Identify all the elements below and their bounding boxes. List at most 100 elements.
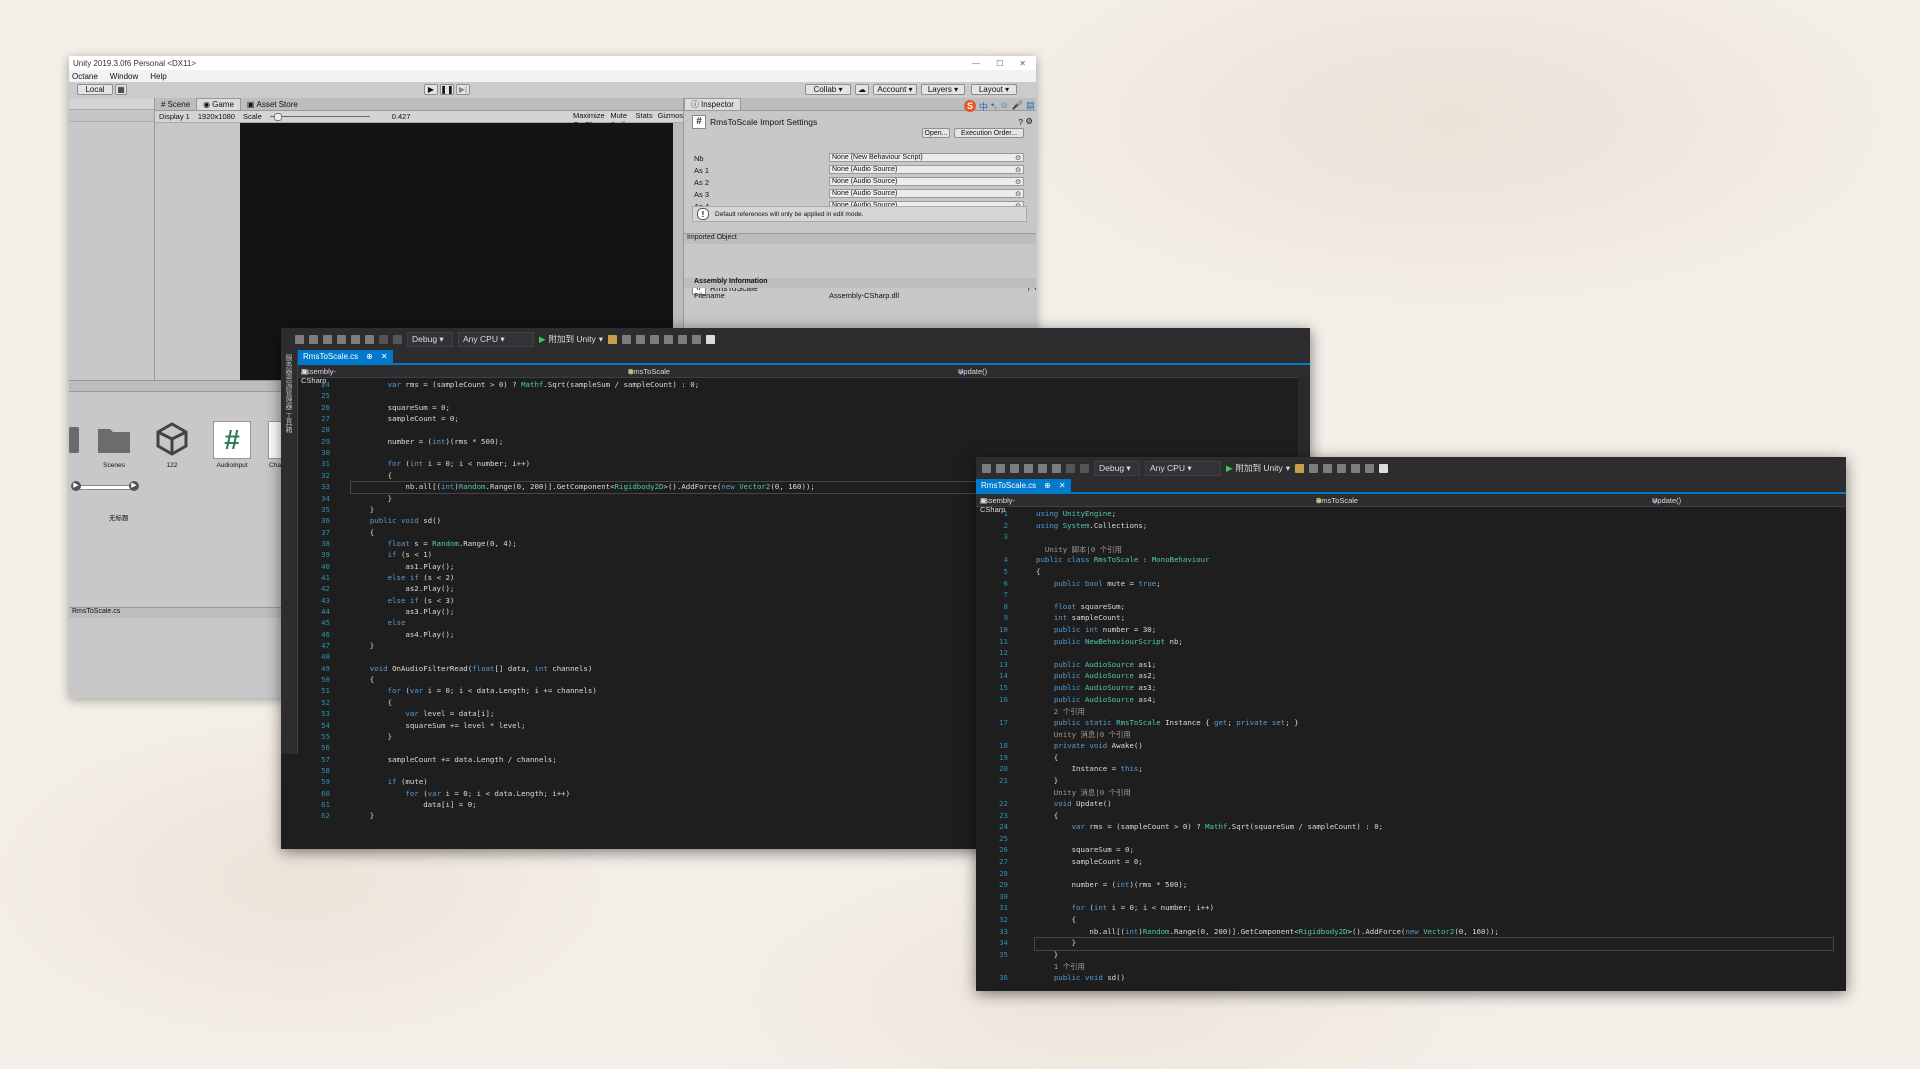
codelens-annotation[interactable]: Unity 消息|0 个引用 xyxy=(1036,787,1131,798)
config-dropdown[interactable]: Debug ▾ xyxy=(407,331,453,347)
close-tab-icon[interactable]: ✕ xyxy=(381,352,388,361)
open-button[interactable]: Open... xyxy=(922,128,950,138)
attach-unity-button[interactable]: ▶ 附加到 Unity ▾ xyxy=(1226,462,1290,474)
save-all-icon[interactable] xyxy=(365,334,374,344)
save-icon[interactable] xyxy=(1038,463,1047,473)
vs1-side-toolwindows[interactable]: 服务器资源管理器 工具箱 xyxy=(281,350,298,754)
vs1-tab-rmstoscale[interactable]: RmsToScale.cs ⊕ ✕ xyxy=(298,350,393,363)
tab-asset-store[interactable]: ▣ Asset Store xyxy=(241,99,304,110)
vs2-tab-rmstoscale[interactable]: RmsToScale.cs ⊕ ✕ xyxy=(976,479,1071,492)
object-picker-icon[interactable]: ⊙ xyxy=(1015,154,1023,162)
play-icon[interactable]: ▶ xyxy=(71,481,81,491)
codelens-annotation[interactable]: Unity 脚本|0 个引用 xyxy=(1036,544,1122,555)
execution-order-button[interactable]: Execution Order... xyxy=(954,128,1024,138)
asset-audioinput[interactable]: # AudioInput xyxy=(210,421,254,469)
audio-slider-track[interactable] xyxy=(77,485,135,490)
sogou-icon[interactable]: S xyxy=(964,100,976,112)
step-over-icon[interactable] xyxy=(1337,463,1347,473)
play-icon-2[interactable]: ▶ xyxy=(129,481,139,491)
step-into-icon[interactable] xyxy=(636,334,646,344)
step-over-icon[interactable] xyxy=(650,334,660,344)
close-tab-icon[interactable]: ✕ xyxy=(1059,481,1066,490)
cloud-icon[interactable]: ☁ xyxy=(855,84,869,95)
redo-icon[interactable] xyxy=(393,334,402,344)
debug-tool-icon[interactable] xyxy=(608,334,618,344)
close-icon[interactable]: ✕ xyxy=(1019,59,1026,68)
resolution-dropdown[interactable]: 1920x1080 xyxy=(198,112,235,121)
codelens-annotation[interactable]: 1 个引用 xyxy=(1036,961,1085,972)
save-icon[interactable] xyxy=(351,334,360,344)
ime-icon[interactable]: 中 xyxy=(979,100,988,113)
collab-button[interactable]: Collab ▾ xyxy=(805,84,851,95)
prop-object-field[interactable]: None (Audio Source) ⊙ xyxy=(829,177,1024,186)
object-picker-icon[interactable]: ⊙ xyxy=(1015,190,1023,198)
screenshot-icon[interactable] xyxy=(622,334,632,344)
menu-octane[interactable]: Octane xyxy=(72,72,98,81)
codelens-annotation[interactable]: 2 个引用 xyxy=(1036,706,1085,717)
hierarchy-search[interactable] xyxy=(69,110,154,122)
keyboard-icon[interactable]: ▤ xyxy=(1026,100,1035,113)
redo-icon[interactable] xyxy=(1080,463,1089,473)
asset-scenes[interactable]: Scenes xyxy=(92,421,136,469)
grid-snap-icon[interactable]: ▦ xyxy=(115,84,127,95)
attach-unity-button[interactable]: ▶ 附加到 Unity ▾ xyxy=(539,333,603,345)
local-toggle[interactable]: Local xyxy=(77,84,113,95)
object-picker-icon[interactable]: ⊙ xyxy=(1015,178,1023,186)
platform-dropdown[interactable]: Any CPU ▾ xyxy=(1145,460,1221,476)
comment-icon[interactable] xyxy=(692,334,702,344)
pin-icon[interactable]: ⊕ xyxy=(1044,481,1051,490)
back-icon[interactable] xyxy=(295,334,304,344)
display-dropdown[interactable]: Display 1 xyxy=(159,112,190,121)
open-icon[interactable] xyxy=(1024,463,1033,473)
save-all-icon[interactable] xyxy=(1052,463,1061,473)
scale-slider-thumb[interactable] xyxy=(273,113,282,121)
new-project-icon[interactable] xyxy=(323,334,332,344)
scale-slider[interactable] xyxy=(269,113,370,121)
help-icon[interactable]: ? xyxy=(1018,117,1023,127)
outdent-icon[interactable] xyxy=(1365,463,1375,473)
vs1-side-label[interactable]: 服务器资源管理器 工具箱 xyxy=(283,350,293,433)
bookmark-icon[interactable] xyxy=(706,334,716,344)
prop-object-field[interactable]: None (New Behaviour Script) ⊙ xyxy=(829,153,1024,162)
new-project-icon[interactable] xyxy=(1010,463,1019,473)
prop-object-field[interactable]: None (Audio Source) ⊙ xyxy=(829,189,1024,198)
bookmark-icon[interactable] xyxy=(1379,463,1389,473)
prop-object-field[interactable]: None (Audio Source) ⊙ xyxy=(829,165,1024,174)
config-dropdown[interactable]: Debug ▾ xyxy=(1094,460,1140,476)
account-dropdown[interactable]: Account ▾ xyxy=(873,84,917,95)
punct-icon[interactable]: •, xyxy=(991,100,997,113)
indent-icon[interactable] xyxy=(1351,463,1361,473)
menu-window[interactable]: Window xyxy=(110,72,138,81)
layout-dropdown[interactable]: Layout ▾ xyxy=(971,84,1017,95)
outdent-icon[interactable] xyxy=(678,334,688,344)
forward-icon[interactable] xyxy=(996,463,1005,473)
layers-dropdown[interactable]: Layers ▾ xyxy=(921,84,965,95)
audio-slider[interactable]: ▶ ▶ xyxy=(69,479,141,495)
indent-icon[interactable] xyxy=(664,334,674,344)
play-button[interactable]: ▶ xyxy=(424,84,438,95)
emoji-icon[interactable]: ☺ xyxy=(1000,100,1009,113)
codelens-annotation[interactable]: Unity 消息|0 个引用 xyxy=(1036,729,1131,740)
minimize-icon[interactable]: — xyxy=(972,59,980,68)
debug-tool-icon[interactable] xyxy=(1295,463,1305,473)
pause-button[interactable]: ❚❚ xyxy=(440,84,454,95)
screenshot-icon[interactable] xyxy=(1309,463,1319,473)
undo-icon[interactable] xyxy=(379,334,388,344)
tab-inspector[interactable]: ⓘ Inspector xyxy=(684,98,741,110)
step-button[interactable]: ▶| xyxy=(456,84,470,95)
open-icon[interactable] xyxy=(337,334,346,344)
mic-icon[interactable]: 🎤 xyxy=(1012,100,1023,113)
menu-help[interactable]: Help xyxy=(150,72,166,81)
tab-scene[interactable]: # Scene xyxy=(155,99,196,110)
tab-game[interactable]: ◉ Game xyxy=(196,98,241,110)
back-icon[interactable] xyxy=(982,463,991,473)
asset-122[interactable]: 122 xyxy=(150,421,194,469)
vs2-code-editor[interactable]: 1 using UnityEngine; 2 using System.Collect… xyxy=(976,507,1846,989)
settings-gear-icon[interactable]: ⚙ xyxy=(1025,116,1033,127)
undo-icon[interactable] xyxy=(1066,463,1075,473)
forward-icon[interactable] xyxy=(309,334,318,344)
pin-icon[interactable]: ⊕ xyxy=(366,352,373,361)
platform-dropdown[interactable]: Any CPU ▾ xyxy=(458,331,534,347)
object-picker-icon[interactable]: ⊙ xyxy=(1015,166,1023,174)
step-into-icon[interactable] xyxy=(1323,463,1333,473)
